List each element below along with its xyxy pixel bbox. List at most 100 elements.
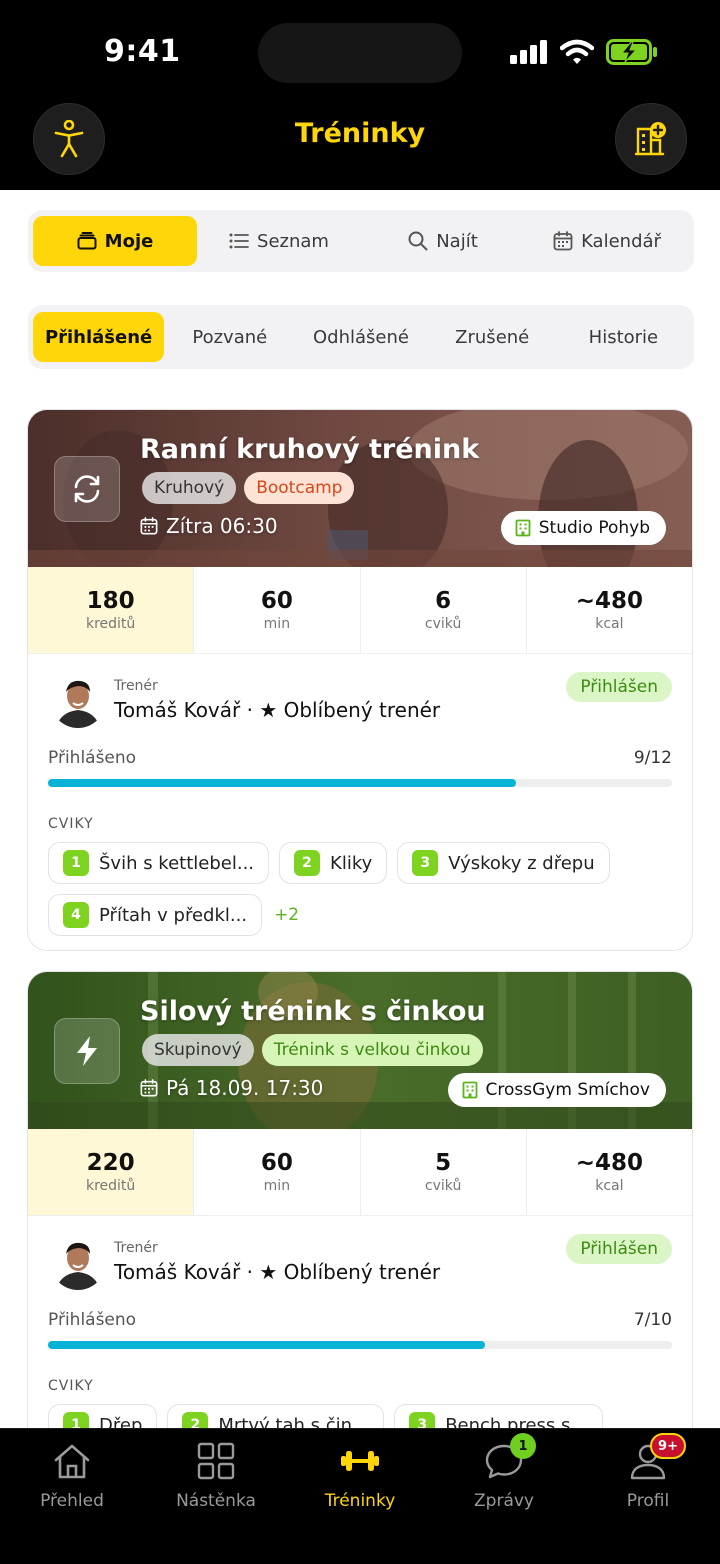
stat-duration: 60 min bbox=[193, 1129, 359, 1215]
tab-icon: 1 bbox=[482, 1433, 536, 1481]
venue-name: CrossGym Smíchov bbox=[485, 1080, 650, 1100]
filter-historie[interactable]: Historie bbox=[558, 312, 689, 362]
venue-badge[interactable]: Studio Pohyb bbox=[500, 511, 666, 545]
list-icon bbox=[229, 233, 249, 249]
training-card[interactable]: Silový trénink s činkou Skupinový Trénin… bbox=[27, 971, 693, 1428]
stat-value: 6 bbox=[435, 588, 452, 614]
exercise-number: 1 bbox=[63, 1412, 89, 1428]
training-date-text: Pá 18.09. 17:30 bbox=[166, 1076, 324, 1100]
stat-label: cviků bbox=[424, 1178, 462, 1194]
tab-label: Zprávy bbox=[474, 1491, 534, 1511]
stat-calories: ~480 kcal bbox=[525, 567, 692, 653]
filter-prihlasene[interactable]: Přihlášené bbox=[33, 312, 165, 362]
status-icons bbox=[510, 36, 658, 68]
top-bar: 9:41 Tréninky bbox=[0, 0, 720, 190]
trainer-avatar[interactable] bbox=[50, 672, 106, 728]
stat-duration: 60 min bbox=[193, 567, 359, 653]
filter-zrusene[interactable]: Zrušené bbox=[427, 312, 558, 362]
page-title: Tréninky bbox=[294, 118, 426, 149]
tab-label: Přehled bbox=[40, 1491, 104, 1511]
add-venue-button[interactable] bbox=[615, 103, 687, 175]
stat-label: min bbox=[263, 616, 291, 632]
tab-treninky[interactable]: Tréninky bbox=[288, 1441, 432, 1511]
tab-profil[interactable]: 9+ Profil bbox=[576, 1433, 720, 1511]
tab-zpravy[interactable]: 1 Zprávy bbox=[432, 1433, 576, 1511]
stat-label: min bbox=[263, 1178, 291, 1194]
trainer-avatar[interactable] bbox=[50, 1234, 106, 1290]
tab-seznam[interactable]: Seznam bbox=[197, 216, 361, 266]
exercises-heading: CVIKY bbox=[48, 816, 94, 832]
status-time: 9:41 bbox=[104, 34, 181, 69]
training-stats: 180 kreditů 60 min 6 cviků ~480 kcal bbox=[28, 567, 692, 654]
exercise-name: Mrtvý tah s čin... bbox=[218, 1414, 370, 1429]
stat-value: 60 bbox=[260, 1150, 293, 1176]
filter-pozvane[interactable]: Pozvané bbox=[164, 312, 295, 362]
tab-moje[interactable]: Moje bbox=[33, 216, 197, 266]
messages-badge: 1 bbox=[510, 1433, 536, 1459]
stat-value: ~480 bbox=[575, 1150, 644, 1176]
wifi-icon bbox=[560, 39, 594, 64]
training-title: Silový trénink s činkou bbox=[140, 996, 486, 1027]
tab-kalendar[interactable]: Kalendář bbox=[525, 216, 689, 266]
stat-credits: 220 kreditů bbox=[28, 1129, 194, 1215]
profile-badge: 9+ bbox=[650, 1433, 686, 1459]
building-icon bbox=[515, 519, 531, 537]
trainer-name: Tomáš Kovář · ★ Oblíbený trenér bbox=[114, 698, 441, 722]
trainer-row[interactable]: Trenér Tomáš Kovář · ★ Oblíbený trenér P… bbox=[28, 654, 692, 744]
signup-count: 7/10 bbox=[633, 1310, 672, 1330]
dumbbell-icon bbox=[341, 1451, 379, 1471]
exercise-chip[interactable]: 2 Kliky bbox=[279, 842, 388, 884]
bottom-tab-bar: Přehled Nástěnka Tréninky 1 Zprávy 9+ Pr… bbox=[0, 1428, 720, 1564]
stat-credits: 180 kreditů bbox=[28, 567, 194, 653]
exercise-number: 2 bbox=[294, 850, 321, 876]
calendar-icon bbox=[553, 231, 573, 251]
exercises-heading: CVIKY bbox=[48, 1378, 94, 1394]
filter-tabs: Přihlášené Pozvané Odhlášené Zrušené His… bbox=[28, 305, 694, 369]
tab-najit-label: Najít bbox=[436, 230, 478, 252]
tab-prehled[interactable]: Přehled bbox=[0, 1441, 144, 1511]
calendar-icon bbox=[140, 1079, 158, 1097]
grid-icon bbox=[197, 1442, 235, 1480]
signup-progress: Přihlášeno 9/12 bbox=[28, 744, 692, 794]
exercise-chip[interactable]: 1 Dřep bbox=[48, 1404, 158, 1428]
more-exercises-link[interactable]: +2 bbox=[274, 905, 299, 925]
status-badge: Přihlášen bbox=[566, 672, 672, 702]
trainer-row[interactable]: Trenér Tomáš Kovář · ★ Oblíbený trenér P… bbox=[28, 1216, 692, 1306]
tag: Trénink s velkou činkou bbox=[261, 1034, 483, 1066]
exercise-chip[interactable]: 3 Bench press s... bbox=[394, 1404, 603, 1428]
trainer-caption: Trenér bbox=[114, 678, 158, 694]
training-card[interactable]: Ranní kruhový trénink Kruhový Bootcamp Z… bbox=[27, 409, 693, 951]
view-switcher: Moje Seznam Najít Kalendář bbox=[28, 210, 694, 272]
exercise-chip[interactable]: 3 Výskoky z dřepu bbox=[397, 842, 610, 884]
training-banner: Ranní kruhový trénink Kruhový Bootcamp Z… bbox=[28, 410, 692, 567]
exercise-name: Švih s kettlebel... bbox=[99, 852, 255, 874]
tab-moje-label: Moje bbox=[104, 230, 154, 252]
trainer-caption: Trenér bbox=[114, 1240, 158, 1256]
exercise-chip[interactable]: 2 Mrtvý tah s čin... bbox=[167, 1404, 385, 1429]
training-date: Pá 18.09. 17:30 bbox=[140, 1076, 323, 1100]
progress-fill bbox=[48, 1341, 485, 1349]
tab-kalendar-label: Kalendář bbox=[581, 230, 661, 252]
venue-badge[interactable]: CrossGym Smíchov bbox=[447, 1073, 666, 1107]
signup-progress: Přihlášeno 7/10 bbox=[28, 1306, 692, 1356]
tab-najit[interactable]: Najít bbox=[361, 216, 525, 266]
exercise-chip[interactable]: 4 Přítah v předkl... bbox=[48, 894, 263, 936]
progress-fill bbox=[48, 779, 516, 787]
calendar-icon bbox=[140, 517, 158, 535]
signup-count: 9/12 bbox=[633, 748, 672, 768]
exercise-chip[interactable]: 1 Švih s kettlebel... bbox=[48, 842, 270, 884]
exercise-list: 1 Švih s kettlebel... 2 Kliky 3 Výskoky … bbox=[28, 832, 692, 936]
tab-label: Profil bbox=[626, 1491, 670, 1511]
main-content[interactable]: Moje Seznam Najít Kalendář Přihlášené Po… bbox=[0, 190, 720, 1428]
progress-track bbox=[48, 779, 672, 787]
dynamic-island bbox=[258, 23, 462, 83]
exercise-number: 3 bbox=[412, 850, 439, 876]
tab-icon bbox=[50, 1441, 94, 1481]
stat-exercises: 5 cviků bbox=[359, 1129, 526, 1215]
tab-nastenka[interactable]: Nástěnka bbox=[144, 1441, 288, 1511]
stat-value: 5 bbox=[435, 1150, 452, 1176]
filter-odhlasene[interactable]: Odhlášené bbox=[295, 312, 426, 362]
stat-value: 60 bbox=[260, 588, 293, 614]
lightning-icon bbox=[77, 1036, 97, 1066]
tab-icon bbox=[194, 1441, 238, 1481]
